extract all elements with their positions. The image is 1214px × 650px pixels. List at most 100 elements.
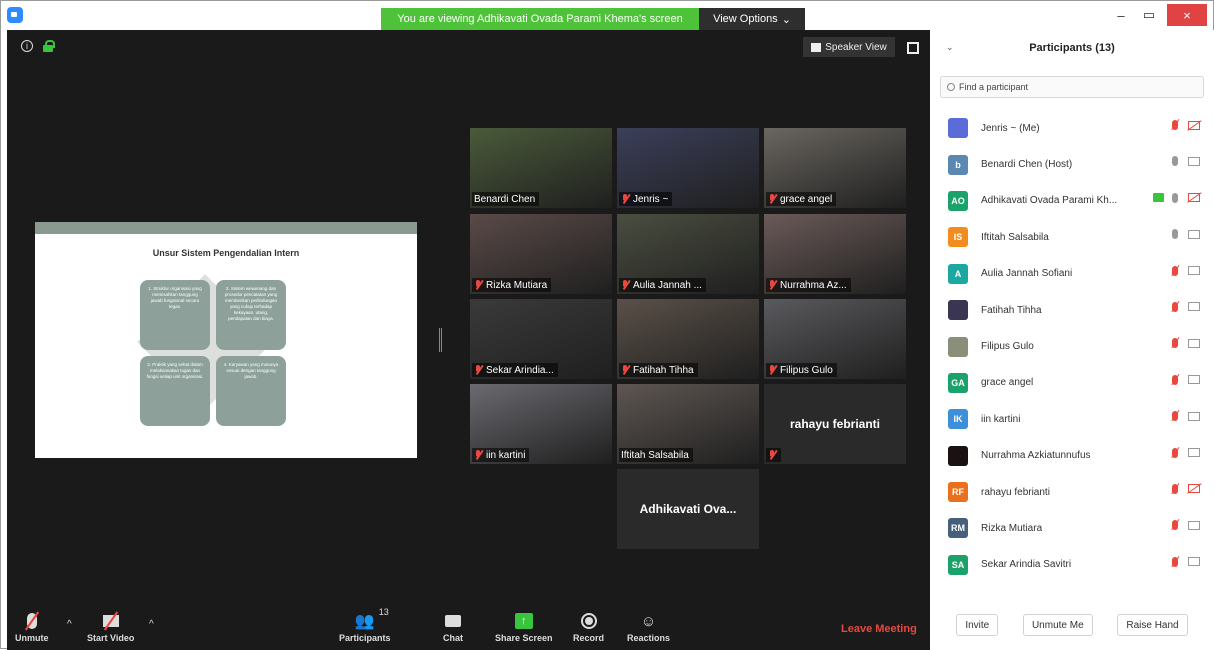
viewing-banner: You are viewing Adhikavati Ovada Parami … [381,8,699,30]
video-tile[interactable]: grace angel [764,128,906,208]
camera-icon [1188,557,1200,567]
participant-row[interactable]: Nurrahma Azkiatunnufus [930,438,1214,474]
participant-row[interactable]: b Benardi Chen (Host) [930,146,1214,182]
participant-row[interactable]: AO Adhikavati Ovada Parami Kh... [930,183,1214,219]
avatar [948,336,968,357]
participant-name: Benardi Chen (Host) [981,159,1073,171]
record-button[interactable]: Record [573,609,604,643]
video-tile-name: iin kartini [472,448,530,462]
raise-hand-button[interactable]: Raise Hand [1117,614,1188,636]
participant-name: Iftitah Salsabila [981,231,1049,243]
video-options-caret-icon[interactable]: ^ [149,619,154,630]
participant-row[interactable]: A Aulia Jannah Sofiani [930,256,1214,292]
info-icon[interactable]: i [21,40,33,52]
participants-icon: 👥 13 [354,607,389,630]
video-tile[interactable]: Aulia Jannah ... [617,214,759,294]
video-tile-name: Sekar Arindia... [472,363,558,377]
participant-row[interactable]: RF rahayu febrianti [930,474,1214,510]
maximize-button[interactable]: ▭ [1135,1,1163,29]
participant-row[interactable]: RM Rizka Mutiara [930,510,1214,546]
mic-muted-icon [474,365,483,375]
view-options-button[interactable]: View Options ⌄ [699,8,805,30]
unmute-me-button[interactable]: Unmute Me [1022,614,1093,636]
participant-name: rahayu febrianti [981,486,1050,498]
invite-button[interactable]: Invite [956,614,999,636]
record-icon [580,609,597,633]
participant-name: Rizka Mutiara [981,522,1043,534]
slide-title: Unsur Sistem Pengendalian Intern [152,248,300,258]
video-tile-label: Benardi Chen [474,193,536,205]
start-video-button[interactable]: Start Video [87,609,134,643]
avatar [948,118,968,139]
video-tile[interactable]: Fatihah Tihha [617,299,759,379]
video-tile[interactable]: iin kartini [470,384,612,464]
video-tile-name: Iftitah Salsabila [619,448,693,462]
close-button[interactable]: × [1167,4,1207,26]
video-tile[interactable]: Jenris ~ [617,128,759,208]
unmute-button[interactable]: Unmute [15,609,49,643]
avatar [948,445,968,466]
participant-row[interactable]: IK iin kartini [930,401,1214,437]
audio-options-caret-icon[interactable]: ^ [67,619,72,630]
mic-icon [1172,229,1178,240]
video-tile-label: Iftitah Salsabila [621,449,689,461]
video-tile-name: Benardi Chen [472,192,540,206]
video-tile-label: Nurrahma Az... [780,279,847,291]
video-tile[interactable]: Adhikavati Ova... [617,469,759,549]
camera-icon [1188,156,1200,166]
share-screen-button[interactable]: ↑ Share Screen [495,609,553,643]
mic-muted-icon [1172,301,1178,312]
split-divider-handle[interactable] [439,328,442,352]
find-participant-input[interactable]: Find a participant [940,76,1204,98]
camera-icon [1188,411,1200,421]
video-tile[interactable]: Iftitah Salsabila [617,384,759,464]
participant-row[interactable]: GA grace angel [930,365,1214,401]
chat-button[interactable]: Chat [443,609,463,643]
leave-meeting-button[interactable]: Leave Meeting [841,623,917,635]
lock-icon[interactable] [43,40,55,52]
participants-count: 13 [378,607,389,617]
unmute-label: Unmute [15,633,49,643]
mic-muted-icon [1172,338,1178,349]
avatar: AO [948,190,968,211]
slide-box-4: 4. Karyawan yang mutunya sesuai dengan t… [216,356,286,426]
video-tile[interactable]: Benardi Chen [470,128,612,208]
participant-status-icons [1172,411,1200,422]
mic-muted-icon [621,365,630,375]
search-icon [947,83,955,91]
camera-icon [1188,520,1200,530]
avatar: SA [948,554,968,575]
record-label: Record [573,633,605,643]
participant-name: Adhikavati Ovada Parami Kh... [981,195,1118,207]
participant-row[interactable]: SA Sekar Arindia Savitri [930,547,1214,583]
participant-row[interactable]: Jenris ~ (Me) [930,110,1214,146]
participant-name: grace angel [981,377,1034,389]
participant-row[interactable]: Filipus Gulo [930,328,1214,364]
video-tile-label: grace angel [780,193,833,205]
video-tile-name: Fatihah Tihha [619,363,698,377]
mic-muted-icon [621,280,630,290]
participants-button[interactable]: 👥 13 Participants [339,607,391,643]
participant-row[interactable]: IS Iftitah Salsabila [930,219,1214,255]
participant-row[interactable]: Fatihah Tihha [930,292,1214,328]
video-tile[interactable]: rahayu febrianti [764,384,906,464]
fullscreen-icon[interactable] [907,42,919,54]
speaker-view-button[interactable]: Speaker View [803,37,895,57]
slide-box-2: 2. Sistem wewenang dan prosedur pencatat… [216,280,286,350]
video-tile[interactable]: Rizka Mutiara [470,214,612,294]
video-tile[interactable]: Nurrahma Az... [764,214,906,294]
camera-icon [1188,375,1200,385]
zoom-window: You are viewing Adhikavati Ovada Parami … [0,0,1214,650]
video-tile[interactable]: Filipus Gulo [764,299,906,379]
meeting-status-icons: i [21,40,55,52]
video-tile[interactable]: Sekar Arindia... [470,299,612,379]
chevron-down-icon: ⌄ [781,13,791,26]
minimize-button[interactable]: – [1107,1,1135,29]
participant-name: Jenris ~ (Me) [981,122,1040,134]
reactions-button[interactable]: ☺ Reactions [627,609,670,644]
mic-muted-icon [1172,374,1178,385]
slide-box-3: 3. Praktik yang sehat dalam melaksanakan… [140,356,210,426]
speaker-view-label: Speaker View [825,41,887,53]
start-video-label: Start Video [87,633,135,643]
mic-muted-icon [621,194,630,204]
